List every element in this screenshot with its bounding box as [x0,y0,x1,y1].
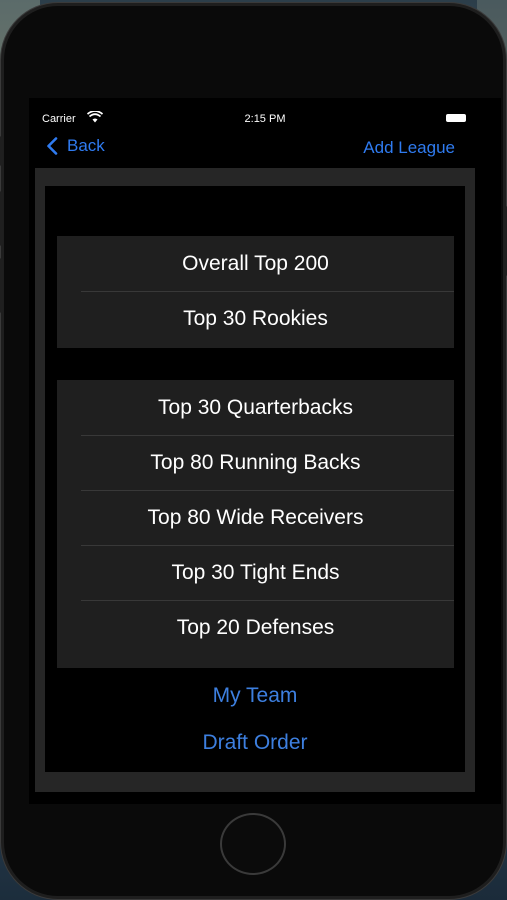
row-label: Top 80 Wide Receivers [147,505,364,529]
my-team-button[interactable]: My Team [45,684,465,708]
menu-row-top-30-quarterbacks[interactable]: Top 30 Quarterbacks [57,380,454,435]
menu-row-top-30-rookies[interactable]: Top 30 Rookies [57,291,454,346]
app-screen: Carrier 2:15 PM Back Add League Overall … [29,98,501,804]
rankings-group-positions: Top 30 Quarterbacks Top 80 Running Backs… [57,380,454,668]
back-button[interactable]: Back [46,136,105,156]
row-label: Top 30 Tight Ends [171,560,340,584]
row-label: Top 20 Defenses [176,615,335,639]
row-separator [81,435,454,436]
menu-row-overall-top-200[interactable]: Overall Top 200 [57,236,454,291]
battery-icon [446,114,466,122]
row-label: Top 30 Rookies [183,306,328,330]
add-league-button[interactable]: Add League [363,138,455,158]
rankings-group-overall: Overall Top 200 Top 30 Rookies [57,236,454,348]
navigation-bar: Back Add League [29,132,501,162]
mute-switch [0,136,3,166]
menu-row-top-30-tight-ends[interactable]: Top 30 Tight Ends [57,545,454,600]
row-separator [81,600,454,601]
row-separator [81,490,454,491]
menu-row-top-20-defenses[interactable]: Top 20 Defenses [57,600,454,655]
desktop-background: Carrier 2:15 PM Back Add League Overall … [0,0,507,900]
status-bar: Carrier 2:15 PM [29,106,501,130]
row-label: Top 30 Quarterbacks [158,395,353,419]
back-label: Back [67,136,105,155]
rankings-panel: Overall Top 200 Top 30 Rookies Top 30 Qu… [45,186,465,772]
status-time: 2:15 PM [244,113,286,125]
row-separator [81,291,454,292]
row-separator [81,545,454,546]
chevron-left-icon [47,137,58,155]
volume-down-button [0,258,3,313]
draft-order-button[interactable]: Draft Order [45,731,465,755]
row-label: Top 80 Running Backs [150,450,361,474]
content-frame: Overall Top 200 Top 30 Rookies Top 30 Qu… [35,168,475,792]
volume-up-button [0,191,3,246]
menu-row-top-80-wide-receivers[interactable]: Top 80 Wide Receivers [57,490,454,545]
row-label: Overall Top 200 [182,251,329,275]
home-button[interactable] [220,813,286,875]
menu-row-top-80-running-backs[interactable]: Top 80 Running Backs [57,435,454,490]
